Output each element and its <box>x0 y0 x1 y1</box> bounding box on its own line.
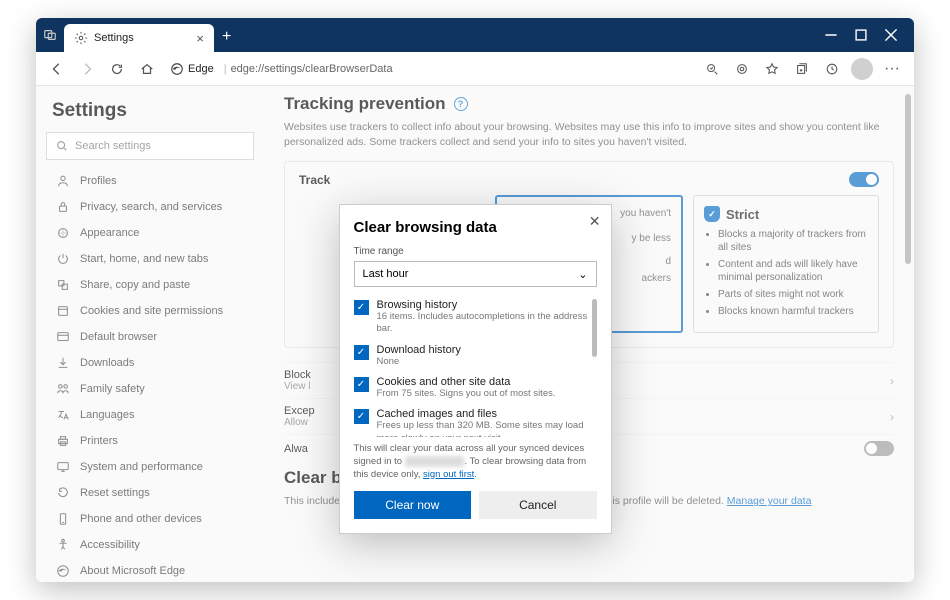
new-tab-button[interactable]: + <box>222 28 231 46</box>
history-icon[interactable] <box>818 55 846 83</box>
favorites-icon[interactable] <box>758 55 786 83</box>
time-range-select[interactable]: Last hour ⌄ <box>354 261 597 287</box>
time-range-label: Time range <box>354 246 597 257</box>
menu-button[interactable]: ··· <box>878 55 906 83</box>
tab-actions-icon[interactable] <box>42 27 58 43</box>
extensions-icon[interactable] <box>728 55 756 83</box>
chevron-down-icon: ⌄ <box>578 268 587 281</box>
clear-data-modal: ✕ Clear browsing data Time range Last ho… <box>339 204 612 534</box>
url-box[interactable]: Edge | edge://settings/clearBrowserData <box>164 56 694 82</box>
check-item[interactable]: ✓Cached images and filesFrees up less th… <box>354 408 597 437</box>
clear-now-button[interactable]: Clear now <box>354 491 472 519</box>
collections-icon[interactable] <box>788 55 816 83</box>
sync-note: This will clear your data across all you… <box>354 443 597 481</box>
check-item[interactable]: ✓Browsing history16 items. Includes auto… <box>354 299 597 336</box>
close-window-button[interactable] <box>876 20 906 50</box>
address-bar: Edge | edge://settings/clearBrowserData … <box>36 52 914 86</box>
titlebar: Settings × + <box>36 18 914 52</box>
modal-close-icon[interactable]: ✕ <box>589 213 601 230</box>
minimize-button[interactable] <box>816 20 846 50</box>
checklist-scrollbar[interactable] <box>592 299 597 357</box>
browser-tab[interactable]: Settings × <box>64 24 214 52</box>
tab-title: Settings <box>94 32 134 44</box>
tab-close-icon[interactable]: × <box>196 31 204 46</box>
check-item[interactable]: ✓Download historyNone <box>354 344 597 368</box>
maximize-button[interactable] <box>846 20 876 50</box>
home-button[interactable] <box>134 56 160 82</box>
signout-link[interactable]: sign out first <box>423 469 474 480</box>
cancel-button[interactable]: Cancel <box>479 491 597 519</box>
tracking-icon[interactable] <box>698 55 726 83</box>
refresh-button[interactable] <box>104 56 130 82</box>
checkbox-icon: ✓ <box>354 377 369 392</box>
checkbox-icon: ✓ <box>354 409 369 424</box>
tab-strip: Settings × + <box>58 18 231 52</box>
url-text: edge://settings/clearBrowserData <box>231 63 393 75</box>
window-controls <box>816 20 914 50</box>
edge-badge: Edge <box>170 62 214 76</box>
back-button[interactable] <box>44 56 70 82</box>
checkbox-icon: ✓ <box>354 345 369 360</box>
checkbox-icon: ✓ <box>354 300 369 315</box>
checklist: ✓Browsing history16 items. Includes auto… <box>354 299 597 437</box>
check-item[interactable]: ✓Cookies and other site dataFrom 75 site… <box>354 376 597 400</box>
modal-backdrop: ✕ Clear browsing data Time range Last ho… <box>36 86 914 582</box>
gear-icon <box>74 31 88 45</box>
browser-window: Settings × + Edge | edge://settings/clea… <box>36 18 914 582</box>
profile-avatar[interactable] <box>848 55 876 83</box>
forward-button <box>74 56 100 82</box>
content-area: Settings ProfilesPrivacy, search, and se… <box>36 86 914 582</box>
modal-title: Clear browsing data <box>354 219 597 236</box>
